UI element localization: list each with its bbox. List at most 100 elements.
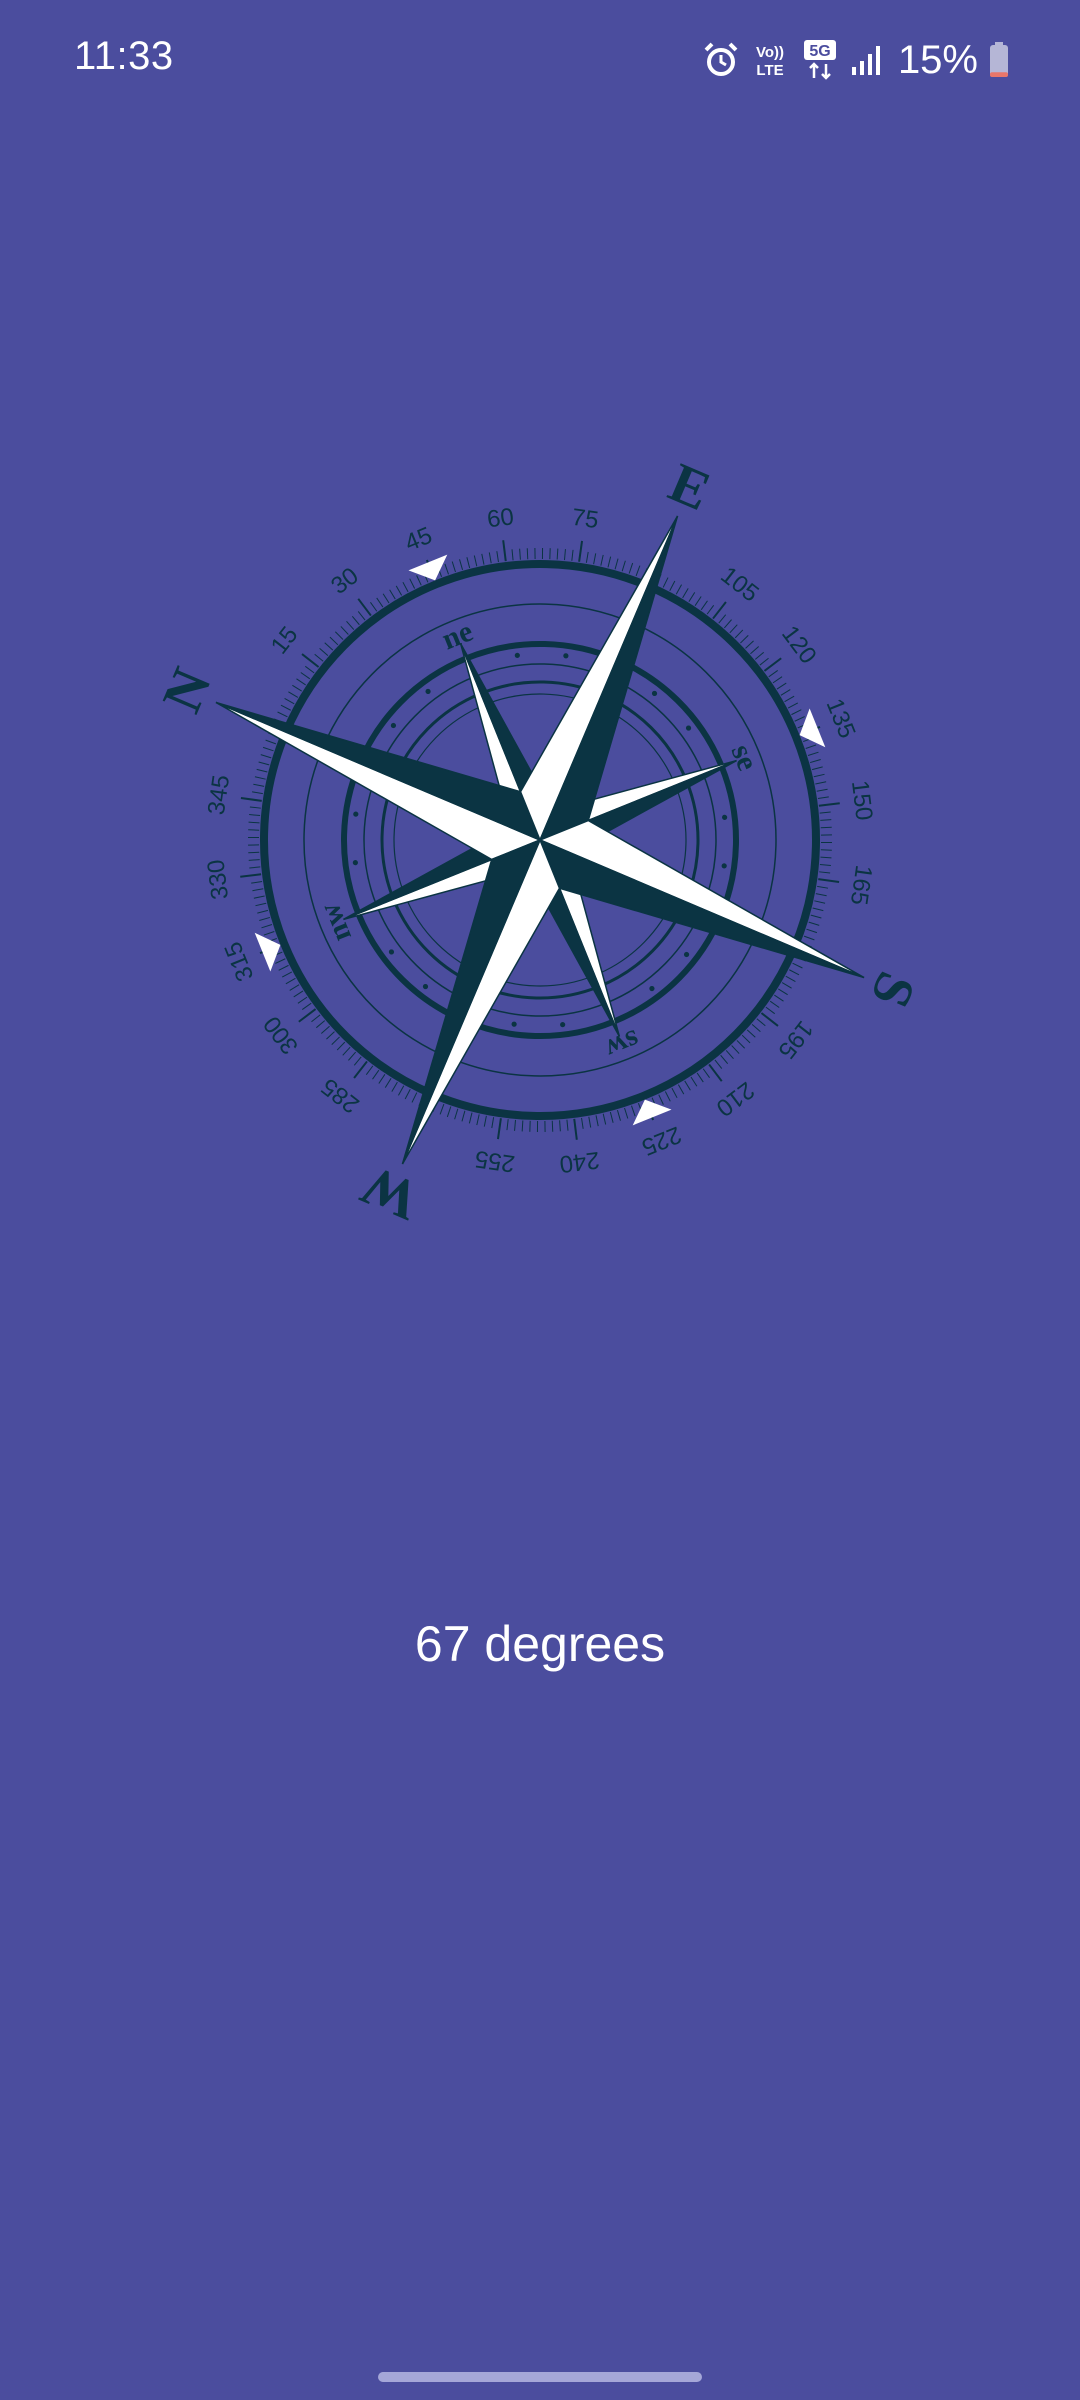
tick-mark [736, 1040, 746, 1049]
tick-mark [481, 553, 485, 565]
tick-mark [595, 1115, 599, 1127]
ring-dot [425, 688, 431, 695]
tick-mark [740, 634, 749, 644]
home-indicator[interactable] [378, 2372, 702, 2382]
tick-mark [768, 670, 779, 678]
degree-label: 225 [638, 1121, 685, 1161]
tick-mark [292, 684, 302, 692]
degree-label: 240 [558, 1146, 601, 1178]
tick-mark [551, 1120, 554, 1132]
svg-text:Vo)): Vo)) [756, 44, 784, 61]
status-icons: Vo)) LTE 5G 15% [702, 32, 1010, 88]
tick-mark [769, 1000, 780, 1008]
ring-dot [352, 860, 358, 866]
tick-mark [706, 604, 715, 615]
tick-mark [751, 1023, 761, 1032]
tick-mark [483, 1115, 487, 1127]
tick-mark [819, 811, 831, 814]
tick-mark [248, 851, 260, 854]
tick-mark [750, 646, 760, 655]
degree-label: 150 [846, 779, 878, 822]
network-5g-icon: 5G [800, 38, 840, 82]
tick-mark [526, 548, 529, 560]
tick-mark [411, 1092, 418, 1103]
tick-mark [260, 754, 272, 759]
degree-label: 330 [202, 858, 234, 901]
tick-mark [402, 581, 409, 593]
tick-mark [810, 914, 822, 919]
tick-mark [566, 1119, 569, 1131]
status-bar: 11:33 Vo)) LTE 5G 15% [0, 0, 1080, 120]
tick-mark [614, 558, 619, 570]
tick-mark [357, 598, 372, 617]
compass-rose: 15 30 45 60 75 105 120 135 150 165 195 210 225 240 255… [151, 451, 927, 1232]
tick-mark [461, 1110, 466, 1122]
tick-mark [298, 1008, 317, 1023]
ring-dot [563, 653, 569, 659]
tick-mark [573, 1118, 578, 1140]
signal-icon [850, 43, 884, 77]
tick-mark [780, 689, 791, 696]
svg-text:LTE: LTE [756, 62, 783, 79]
tick-mark [816, 788, 828, 792]
tick-mark [803, 935, 815, 941]
tick-mark [544, 1120, 546, 1132]
tick-mark [261, 924, 273, 929]
battery-percent: 15% [897, 37, 978, 82]
tick-mark [694, 596, 702, 606]
tick-mark [348, 1051, 357, 1061]
tick-mark [806, 928, 818, 934]
tick-mark [315, 1020, 326, 1029]
tick-mark [781, 982, 792, 989]
degree-label: 105 [715, 562, 763, 608]
degree-label: 135 [821, 695, 861, 742]
tick-mark [820, 834, 832, 836]
tick-mark [253, 783, 265, 787]
battery-icon [988, 41, 1010, 79]
tick-mark [288, 691, 299, 698]
tick-mark [772, 676, 783, 684]
tick-mark [336, 1041, 346, 1051]
tick-mark [342, 1046, 351, 1056]
tick-mark [254, 776, 266, 780]
tick-mark [593, 553, 597, 565]
degree-label: 195 [772, 1015, 818, 1063]
tick-mark [357, 611, 366, 621]
tick-mark [251, 881, 263, 884]
tick-mark [609, 1111, 614, 1123]
tick-mark [571, 549, 574, 561]
tick-mark [326, 1031, 335, 1040]
tick-mark [818, 802, 840, 807]
tick-mark [395, 585, 403, 596]
tick-mark [756, 1018, 766, 1027]
tick-mark [248, 859, 260, 861]
tick-mark [600, 554, 604, 566]
tick-mark [240, 796, 262, 802]
tick-mark [370, 601, 378, 612]
ring-dot [353, 811, 359, 817]
tick-mark [446, 1106, 452, 1118]
volte-icon: Vo)) LTE [750, 40, 790, 80]
tick-mark [248, 829, 260, 831]
heading-readout: 67 degrees [414, 1616, 666, 1672]
tick-mark [734, 629, 744, 639]
tick-mark [671, 1087, 678, 1099]
tick-mark [459, 559, 464, 571]
tick-mark [263, 931, 275, 936]
tick-mark [563, 549, 566, 561]
tick-mark [301, 1002, 312, 1010]
tick-mark [262, 746, 274, 752]
tick-mark [556, 548, 559, 560]
tick-mark [541, 548, 544, 560]
tick-mark [616, 1109, 621, 1121]
tick-mark [729, 624, 738, 634]
tick-mark [454, 1108, 459, 1120]
tick-mark [382, 593, 390, 604]
degree-label: 300 [258, 1011, 304, 1059]
status-time: 11:33 [74, 34, 174, 78]
tick-mark [807, 751, 819, 756]
degree-label: 165 [845, 863, 877, 906]
degree-label: 315 [219, 938, 259, 985]
tick-mark [451, 561, 456, 573]
tick-mark [353, 1056, 362, 1066]
